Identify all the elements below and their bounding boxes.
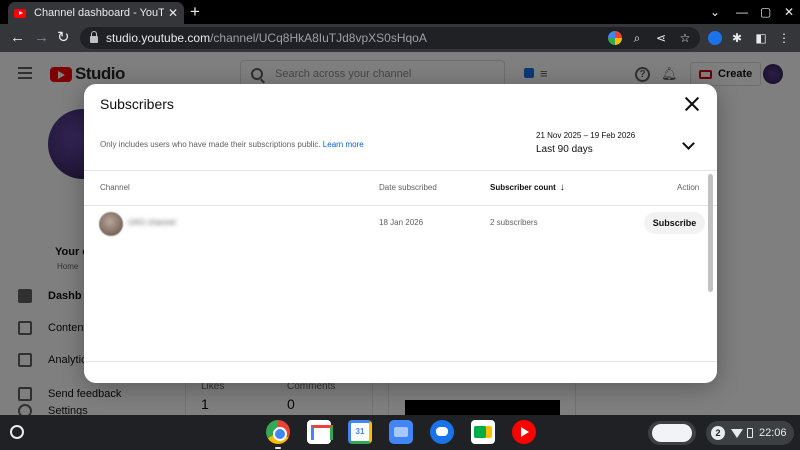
reload-button[interactable]: ↻ xyxy=(57,28,70,48)
chrome-app-icon[interactable] xyxy=(266,420,290,444)
subscriber-count: 2 subscribers xyxy=(490,218,538,227)
column-header-subscriber-count[interactable]: Subscriber count ↓ xyxy=(490,182,565,193)
date-range-selector[interactable]: Last 90 days xyxy=(536,144,593,155)
system-tray[interactable]: 2 22:06 xyxy=(706,421,794,445)
dialog-title: Subscribers xyxy=(100,96,174,112)
meet-app-icon[interactable] xyxy=(471,420,495,444)
zoom-icon[interactable]: ⌕ xyxy=(628,29,646,47)
tab-title: Channel dashboard - YouTube St xyxy=(34,7,164,19)
lock-icon[interactable] xyxy=(90,31,98,43)
close-window-button[interactable]: ✕ xyxy=(784,3,794,21)
active-app-indicator xyxy=(275,447,281,449)
wifi-icon xyxy=(731,428,743,438)
maximize-window-button[interactable]: ▢ xyxy=(760,3,771,21)
minimize-window-button[interactable]: — xyxy=(736,3,748,21)
share-icon[interactable]: ⋖ xyxy=(652,29,670,47)
gmail-app-icon[interactable] xyxy=(307,420,333,444)
subscribed-date: 18 Jan 2026 xyxy=(379,218,424,227)
subscriber-avatar[interactable] xyxy=(99,212,123,236)
youtube-favicon-icon xyxy=(14,8,26,18)
header-divider xyxy=(84,170,717,171)
column-header-channel: Channel xyxy=(100,183,130,192)
footer-divider xyxy=(84,361,717,362)
youtube-app-icon[interactable] xyxy=(512,420,536,444)
date-range-dates: 21 Nov 2025 – 19 Feb 2026 xyxy=(536,131,636,140)
learn-more-link[interactable]: Learn more xyxy=(323,140,364,149)
files-app-icon[interactable] xyxy=(389,420,413,444)
messages-app-icon[interactable] xyxy=(430,420,454,444)
browser-toolbar: ← → ↻ studio.youtube.com/channel/UCq8HkA… xyxy=(0,24,800,52)
back-button[interactable]: ← xyxy=(10,28,25,48)
calendar-app-icon[interactable]: 31 xyxy=(348,420,372,444)
launcher-icon[interactable] xyxy=(10,425,24,439)
tab-search-icon[interactable]: ⌄ xyxy=(710,3,720,21)
url-host: studio.youtube.com xyxy=(106,31,211,45)
url-path: /channel/UCq8HkA8IuTJd8vpXS0sHqoA xyxy=(210,31,427,45)
forward-button[interactable]: → xyxy=(34,28,49,48)
extension-profile-icon[interactable] xyxy=(708,31,722,45)
scrollbar[interactable] xyxy=(708,174,713,292)
clock-time: 22:06 xyxy=(759,427,787,439)
battery-icon xyxy=(747,428,753,438)
extensions-puzzle-icon[interactable]: ✱ xyxy=(728,29,746,47)
address-bar[interactable]: studio.youtube.com/channel/UCq8HkA8IuTJd… xyxy=(80,27,700,49)
chevron-down-icon[interactable] xyxy=(682,137,695,150)
browser-tab-strip: Channel dashboard - YouTube St ✕ + ⌄ — ▢… xyxy=(0,0,800,24)
public-subscriptions-note: Only includes users who have made their … xyxy=(100,140,364,149)
table-header-divider xyxy=(84,205,717,206)
bookmark-star-icon[interactable]: ☆ xyxy=(676,29,694,47)
column-header-date-subscribed[interactable]: Date subscribed xyxy=(379,183,437,192)
sort-down-arrow-icon: ↓ xyxy=(559,182,565,193)
new-tab-button[interactable]: + xyxy=(190,2,200,22)
close-icon[interactable] xyxy=(684,96,700,112)
side-panel-icon[interactable]: ◧ xyxy=(752,29,770,47)
google-lens-icon[interactable] xyxy=(608,31,622,45)
notification-count-badge: 2 xyxy=(711,426,725,440)
holding-space-thumbnail[interactable] xyxy=(648,421,696,445)
os-shelf: 31 2 22:06 xyxy=(0,415,800,450)
column-header-action: Action xyxy=(677,183,700,192)
subscribe-button[interactable]: Subscribe xyxy=(644,212,705,234)
subscribers-dialog: Subscribers Only includes users who have… xyxy=(84,84,717,383)
tab-close-icon[interactable]: ✕ xyxy=(168,6,178,20)
subscriber-channel-name[interactable]: UAG channel xyxy=(128,218,176,227)
browser-tab-active[interactable]: Channel dashboard - YouTube St ✕ xyxy=(8,2,184,24)
browser-menu-icon[interactable]: ⋮ xyxy=(775,29,793,47)
